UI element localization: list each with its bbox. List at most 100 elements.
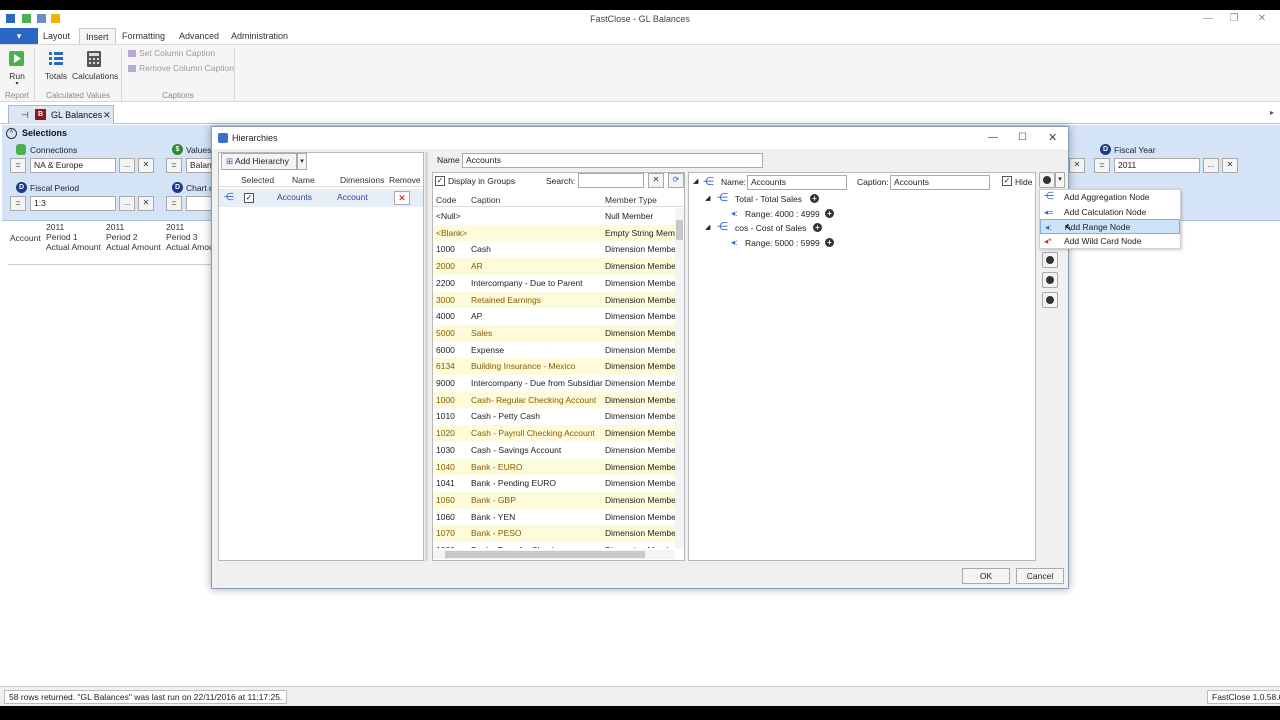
tree-node-cost-of-sales[interactable]: cos - Cost of Sales (735, 222, 806, 234)
node-action-button-2[interactable] (1042, 272, 1058, 288)
expand-node-icon[interactable]: ◢ (705, 193, 710, 205)
add-hierarchy-dropdown[interactable]: ▾ (297, 153, 307, 170)
display-in-groups-checkbox[interactable]: ✓ (435, 176, 445, 186)
add-child-icon[interactable]: + (825, 209, 834, 218)
file-menu-button[interactable]: ▾ (0, 28, 38, 44)
fiscal-year-operator-button[interactable]: = (1094, 158, 1110, 173)
member-row[interactable]: 9000 Intercompany - Due from Subsidiary Di… (433, 375, 675, 392)
expand-root-icon[interactable]: ◢ (693, 177, 698, 185)
node-action-button-3[interactable] (1042, 292, 1058, 308)
connections-operator-button[interactable]: = (10, 158, 26, 173)
pin-icon[interactable]: ⊣ (21, 106, 29, 124)
members-vscrollbar[interactable] (675, 208, 684, 548)
member-row[interactable]: 1010 Cash - Petty Cash Dimension Member (433, 408, 675, 425)
fiscal-year-clear-button[interactable]: ✕ (1222, 158, 1238, 173)
fiscal-period-input[interactable]: 1:3 (30, 196, 116, 211)
tree-name-input[interactable]: Accounts (747, 175, 847, 190)
dialog-close-button[interactable]: ✕ (1048, 127, 1057, 149)
member-row[interactable]: 2200 Intercompany - Due to Parent Dimensio… (433, 275, 675, 292)
hide-checkbox[interactable]: ✓ (1002, 176, 1012, 186)
partial-clear-button[interactable]: ✕ (1069, 158, 1085, 173)
dialog-maximize-button[interactable]: ☐ (1018, 127, 1027, 149)
connections-browse-button[interactable]: ... (119, 158, 135, 173)
member-row[interactable]: 1041 Bank - Pending EURO Dimension Member (433, 475, 675, 492)
folder-icon[interactable] (51, 14, 60, 23)
menu-add-wild-card-node[interactable]: ◂* Add Wild Card Node (1040, 234, 1180, 249)
tree-caption-input[interactable]: Accounts (890, 175, 990, 190)
member-row[interactable]: <Null> Null Member (433, 208, 675, 225)
dialog-minimize-button[interactable]: — (988, 127, 998, 149)
add-hierarchy-button[interactable]: ⊞ Add Hierarchy (221, 153, 297, 170)
totals-button[interactable]: Totals (43, 49, 69, 89)
values-input[interactable]: Balanc (186, 158, 212, 173)
search-input[interactable] (578, 173, 644, 188)
node-action-button-1[interactable] (1042, 252, 1058, 268)
member-row[interactable]: 6000 Expense Dimension Member (433, 342, 675, 359)
member-row[interactable]: 1080Bank - Transfer ClearingDimension Me… (433, 542, 675, 548)
tab-layout[interactable]: Layout (37, 28, 76, 44)
tab-advanced[interactable]: Advanced (173, 28, 225, 44)
hierarchy-name-input[interactable]: Accounts (462, 153, 763, 168)
close-tab-icon[interactable]: ✕ (103, 106, 111, 124)
fiscal-year-input[interactable]: 2011 (1114, 158, 1200, 173)
add-node-dropdown[interactable]: ▾ (1055, 172, 1065, 188)
run-button[interactable]: Run ▾ (6, 49, 28, 89)
tree-node-range-4000[interactable]: Range: 4000 : 4999 (745, 208, 820, 220)
tab-gl-balances[interactable]: ⊣ B GL Balances ✕ (8, 105, 114, 124)
maximize-button[interactable]: ❐ (1224, 12, 1244, 26)
member-row[interactable]: 3000 Retained Earnings Dimension Member (433, 291, 675, 309)
member-row[interactable]: 1000 Cash- Regular Checking Account Dimens… (433, 391, 675, 409)
grid-column-header[interactable]: 2011 Period 1 Actual Amount (46, 222, 106, 252)
chart-operator-button[interactable]: = (166, 196, 182, 211)
member-row[interactable]: <Blank> Empty String Memb (433, 224, 675, 242)
add-child-icon[interactable]: + (813, 223, 822, 232)
member-row[interactable]: 4000 AP Dimension Member (433, 308, 675, 325)
hierarchy-row[interactable]: ⋲ ✓ Accounts Account ✕ (219, 189, 423, 207)
member-row[interactable]: 1000 Cash Dimension Member (433, 241, 675, 258)
calculations-button[interactable]: Calculations (72, 49, 118, 89)
cancel-button[interactable]: Cancel (1016, 568, 1064, 584)
members-hscrollbar[interactable] (433, 550, 675, 559)
expand-node-icon[interactable]: ◢ (705, 222, 710, 234)
connections-input[interactable]: NA & Europe (30, 158, 116, 173)
tab-formatting[interactable]: Formatting (116, 28, 171, 44)
grid-column-header[interactable]: 2011 Period 2 Actual Amount (106, 222, 166, 252)
member-row[interactable]: 1020 Cash - Payroll Checking Account Dimen… (433, 425, 675, 442)
grid-column-header[interactable]: 2011 Period 3 Actual Amou (166, 222, 212, 252)
chart-input[interactable] (186, 196, 212, 211)
minimize-button[interactable]: — (1198, 12, 1218, 26)
member-row[interactable]: 1070 Bank - PESO Dimension Member (433, 525, 675, 542)
ok-button[interactable]: OK (962, 568, 1010, 584)
members-hscroll-thumb[interactable] (445, 551, 645, 558)
add-child-icon[interactable]: + (825, 238, 834, 247)
collapse-selections-icon[interactable]: ^ (6, 128, 17, 139)
tab-scroll-icon[interactable]: ▸ (1270, 108, 1274, 117)
fiscal-period-clear-button[interactable]: ✕ (138, 196, 154, 211)
values-operator-button[interactable]: = (166, 158, 182, 173)
tab-administration[interactable]: Administration (225, 28, 294, 44)
clear-search-button[interactable]: ✕ (648, 173, 664, 188)
selected-checkbox[interactable]: ✓ (244, 193, 254, 203)
menu-add-range-node[interactable]: ◂: Add Range Node (1040, 219, 1180, 234)
close-app-button[interactable]: ✕ (1252, 12, 1272, 26)
splitter[interactable] (425, 152, 428, 561)
tree-node-range-5000[interactable]: Range: 5000 : 5999 (745, 237, 820, 249)
remove-hierarchy-button[interactable]: ✕ (394, 191, 410, 205)
add-child-icon[interactable]: + (810, 194, 819, 203)
tab-insert[interactable]: Insert (79, 28, 116, 44)
tree-node-total-sales[interactable]: Total - Total Sales (735, 193, 802, 205)
undo-icon[interactable] (37, 14, 46, 23)
member-row[interactable]: 1050 Bank - GBP Dimension Member (433, 491, 675, 509)
fiscal-period-browse-button[interactable]: ... (119, 196, 135, 211)
members-vscroll-thumb[interactable] (676, 220, 683, 240)
member-row[interactable]: 5000 Sales Dimension Member (433, 324, 675, 342)
connections-clear-button[interactable]: ✕ (138, 158, 154, 173)
save-icon[interactable] (22, 14, 31, 23)
menu-add-aggregation-node[interactable]: ⋲ Add Aggregation Node (1040, 190, 1180, 205)
remove-column-caption-button[interactable]: Remove Column Caption (128, 63, 238, 75)
add-node-button[interactable] (1039, 172, 1055, 188)
member-row[interactable]: 6134 Building Insurance - Mexico Dimension… (433, 358, 675, 375)
member-row[interactable]: 1060 Bank - YEN Dimension Member (433, 509, 675, 526)
member-row[interactable]: 1030 Cash - Savings Account Dimension Memb… (433, 442, 675, 459)
fiscal-period-operator-button[interactable]: = (10, 196, 26, 211)
